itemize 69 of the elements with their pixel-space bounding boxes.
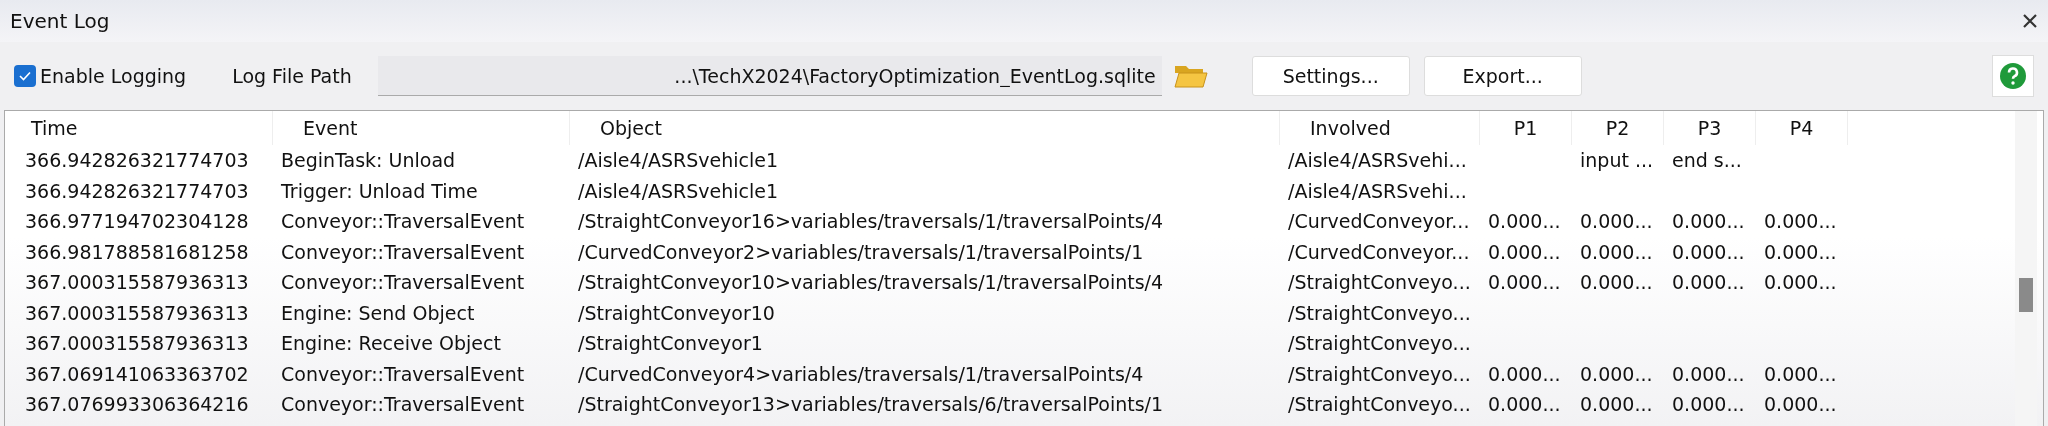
log-file-path-label: Log File Path xyxy=(232,65,352,87)
table-cell: 0.000... xyxy=(1764,210,1837,233)
table-cell: 0.000... xyxy=(1488,393,1561,416)
table-cell: Conveyor::TraversalEvent xyxy=(281,393,525,416)
table-cell: /StraightConveyo... xyxy=(1288,271,1471,294)
table-cell: 0.000... xyxy=(1672,393,1745,416)
table-cell: /StraightConveyo... xyxy=(1288,332,1471,355)
table-cell: Trigger: Unload Time xyxy=(281,179,478,202)
table-cell: /StraightConveyor13>variables/traversals/6/traversalPoints/1 xyxy=(578,393,1164,416)
table-cell: 0.000... xyxy=(1764,393,1837,416)
table-cell: /Aisle4/ASRSvehicle1 xyxy=(578,179,779,202)
table-cell: Conveyor::TraversalEvent xyxy=(281,271,525,294)
table-cell: 367.000315587936313 xyxy=(25,332,249,355)
table-cell: 0.000... xyxy=(1488,240,1561,263)
table-cell: 0.000... xyxy=(1580,271,1653,294)
checkmark-icon xyxy=(18,69,32,83)
toolbar-button[interactable]: Settings... xyxy=(1251,56,1410,96)
table-cell: 0.000... xyxy=(1488,271,1561,294)
table-cell: 366.977194702304128 xyxy=(25,210,249,233)
table-cell: 0.000... xyxy=(1488,362,1561,385)
table-cell: /StraightConveyo... xyxy=(1288,393,1471,416)
table-cell: 0.000... xyxy=(1488,210,1561,233)
table-cell: 367.000315587936313 xyxy=(25,301,249,324)
table-cell: Engine: Send Object xyxy=(281,301,475,324)
table-cell: /StraightConveyor10 xyxy=(578,301,775,324)
table-cell: /Aisle4/ASRSvehi... xyxy=(1288,149,1467,172)
table-cell: 0.000... xyxy=(1672,362,1745,385)
table-cell: 0.000... xyxy=(1672,240,1745,263)
table-cell: Conveyor::TraversalEvent xyxy=(281,240,525,263)
table-cell: Conveyor::TraversalEvent xyxy=(281,362,525,385)
window-title: Event Log xyxy=(10,9,110,33)
table-cell: /CurvedConveyor4>variables/traversals/1/traversalPoints/4 xyxy=(578,362,1144,385)
table-cell: /StraightConveyor16>variables/traversals/1/traversalPoints/4 xyxy=(578,210,1164,233)
table-cell: 0.000... xyxy=(1580,210,1653,233)
table-cell: 0.000... xyxy=(1764,271,1837,294)
table-cell: /StraightConveyo... xyxy=(1288,362,1471,385)
table-cell: /CurvedConveyor... xyxy=(1288,240,1470,263)
table-cell: /StraightConveyor1 xyxy=(578,332,763,355)
table-cell: 0.000... xyxy=(1672,210,1745,233)
help-button[interactable] xyxy=(1992,55,2034,97)
close-icon[interactable] xyxy=(2022,13,2038,29)
enable-logging-checkbox[interactable]: Enable Logging xyxy=(14,65,187,87)
table-cell: 0.000... xyxy=(1580,393,1653,416)
table-cell: end s... xyxy=(1672,149,1742,172)
help-icon xyxy=(1999,62,2027,90)
table-cell: /CurvedConveyor2>variables/traversals/1/traversalPoints/1 xyxy=(578,240,1144,263)
table-cell: 367.000315587936313 xyxy=(25,271,249,294)
table-cell: 0.000... xyxy=(1672,271,1745,294)
folder-icon[interactable] xyxy=(1173,63,1208,89)
table-cell: 367.076993306364216 xyxy=(25,393,249,416)
table-cell: Conveyor::TraversalEvent xyxy=(281,210,525,233)
table-cell: /StraightConveyor10>variables/traversals/1/traversalPoints/4 xyxy=(578,271,1164,294)
toolbar-button[interactable]: Export... xyxy=(1423,56,1582,96)
table-cell: Engine: Receive Object xyxy=(281,332,501,355)
table-cell: 0.000... xyxy=(1764,362,1837,385)
table-cell: 366.942826321774703 xyxy=(25,179,249,202)
table-cell: 366.942826321774703 xyxy=(25,149,249,172)
table-cell: input ... xyxy=(1580,149,1654,172)
table-cell: 367.069141063363702 xyxy=(25,362,249,385)
table-cell: /Aisle4/ASRSvehi... xyxy=(1288,179,1467,202)
log-file-path-field[interactable]: ...\TechX2024\FactoryOptimization_EventLog.sqlite xyxy=(377,56,1162,96)
table-cell: /CurvedConveyor... xyxy=(1288,210,1470,233)
table-cell: 0.000... xyxy=(1764,240,1837,263)
table-cell: 0.000... xyxy=(1580,362,1653,385)
table-cell: 0.000... xyxy=(1580,240,1653,263)
table-cell: BeginTask: Unload xyxy=(281,149,456,172)
table-cell: /Aisle4/ASRSvehicle1 xyxy=(578,149,779,172)
table-cell: /StraightConveyo... xyxy=(1288,301,1471,324)
table-cell: 366.981788581681258 xyxy=(25,240,249,263)
